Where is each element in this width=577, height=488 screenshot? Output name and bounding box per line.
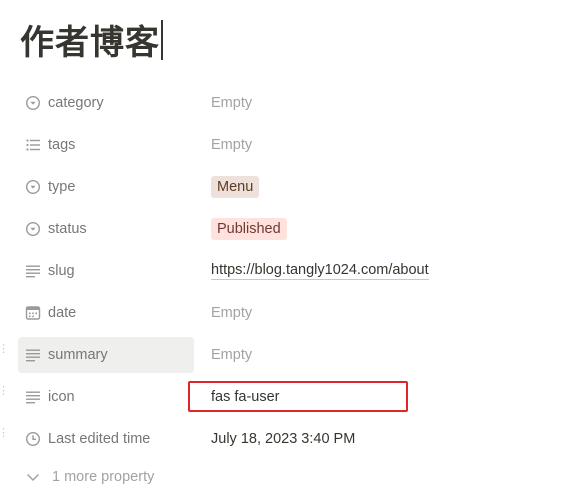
property-label: icon bbox=[48, 389, 75, 405]
slug-link[interactable]: https://blog.tangly1024.com/about bbox=[211, 262, 429, 280]
property-value-type[interactable]: Menu bbox=[211, 169, 260, 205]
property-name-icon[interactable]: icon bbox=[18, 379, 194, 415]
last-edited-value: July 18, 2023 3:40 PM bbox=[211, 431, 356, 447]
property-value-tags[interactable]: Empty bbox=[211, 127, 252, 163]
property-value-date[interactable]: Empty bbox=[211, 295, 252, 331]
property-value-slug[interactable]: https://blog.tangly1024.com/about bbox=[211, 253, 429, 289]
more-properties-toggle[interactable]: 1 more property bbox=[24, 468, 154, 486]
empty-value: Empty bbox=[211, 137, 253, 153]
property-row-status: status Published bbox=[0, 208, 577, 250]
property-label: type bbox=[48, 179, 76, 195]
list-icon bbox=[24, 136, 42, 154]
property-value-status[interactable]: Published bbox=[211, 211, 287, 247]
property-row-date: date Empty bbox=[0, 292, 577, 334]
text-lines-icon bbox=[24, 262, 42, 280]
property-name-date[interactable]: date bbox=[18, 295, 194, 331]
empty-value: Empty bbox=[211, 95, 253, 111]
clock-icon bbox=[24, 430, 42, 448]
property-name-slug[interactable]: slug bbox=[18, 253, 194, 289]
text-cursor bbox=[161, 20, 163, 60]
icon-value: fas fa-user bbox=[211, 389, 280, 405]
property-row-summary: ⋮ summary Empty bbox=[0, 334, 577, 376]
calendar-icon bbox=[24, 304, 42, 322]
text-lines-icon bbox=[24, 388, 42, 406]
drag-handle-icon[interactable]: ⋮ bbox=[0, 428, 9, 447]
property-name-last-edited-time[interactable]: Last edited time bbox=[18, 421, 194, 457]
property-name-summary[interactable]: summary bbox=[18, 337, 194, 373]
empty-value: Empty bbox=[211, 305, 253, 321]
property-value-last-edited-time: July 18, 2023 3:40 PM bbox=[211, 421, 355, 457]
chevron-down-icon bbox=[24, 468, 42, 486]
property-row-type: type Menu bbox=[0, 166, 577, 208]
property-label: Last edited time bbox=[48, 431, 151, 447]
property-row-tags: tags Empty bbox=[0, 124, 577, 166]
property-name-category[interactable]: category bbox=[18, 85, 194, 121]
property-label: slug bbox=[48, 263, 75, 279]
select-circle-icon bbox=[24, 220, 42, 238]
text-lines-icon bbox=[24, 346, 42, 364]
property-label: tags bbox=[48, 137, 76, 153]
page-title-text[interactable]: 作者博客 bbox=[20, 24, 160, 62]
property-label: date bbox=[48, 305, 77, 321]
property-name-status[interactable]: status bbox=[18, 211, 194, 247]
drag-handle-icon[interactable]: ⋮ bbox=[0, 344, 9, 363]
property-name-tags[interactable]: tags bbox=[18, 127, 194, 163]
select-circle-icon bbox=[24, 94, 42, 112]
property-value-category[interactable]: Empty bbox=[211, 85, 252, 121]
property-label: status bbox=[48, 221, 87, 237]
more-properties-label: 1 more property bbox=[52, 469, 155, 485]
property-label: category bbox=[48, 95, 104, 111]
property-row-slug: slug https://blog.tangly1024.com/about bbox=[0, 250, 577, 292]
status-tag[interactable]: Published bbox=[211, 218, 287, 240]
property-row-category: category Empty bbox=[0, 82, 577, 124]
property-value-icon[interactable]: fas fa-user bbox=[211, 379, 280, 415]
property-list: category Empty tags Empty type Menu stat… bbox=[0, 82, 577, 460]
select-circle-icon bbox=[24, 178, 42, 196]
drag-handle-icon[interactable]: ⋮ bbox=[0, 386, 9, 405]
page-title[interactable]: 作者博客 bbox=[20, 20, 163, 66]
property-label: summary bbox=[48, 347, 108, 363]
empty-value: Empty bbox=[211, 347, 253, 363]
property-name-type[interactable]: type bbox=[18, 169, 194, 205]
property-value-summary[interactable]: Empty bbox=[211, 337, 252, 373]
type-tag[interactable]: Menu bbox=[211, 176, 260, 198]
property-row-icon: ⋮ icon fas fa-user bbox=[0, 376, 577, 418]
property-row-last-edited-time: ⋮ Last edited time July 18, 2023 3:40 PM bbox=[0, 418, 577, 460]
